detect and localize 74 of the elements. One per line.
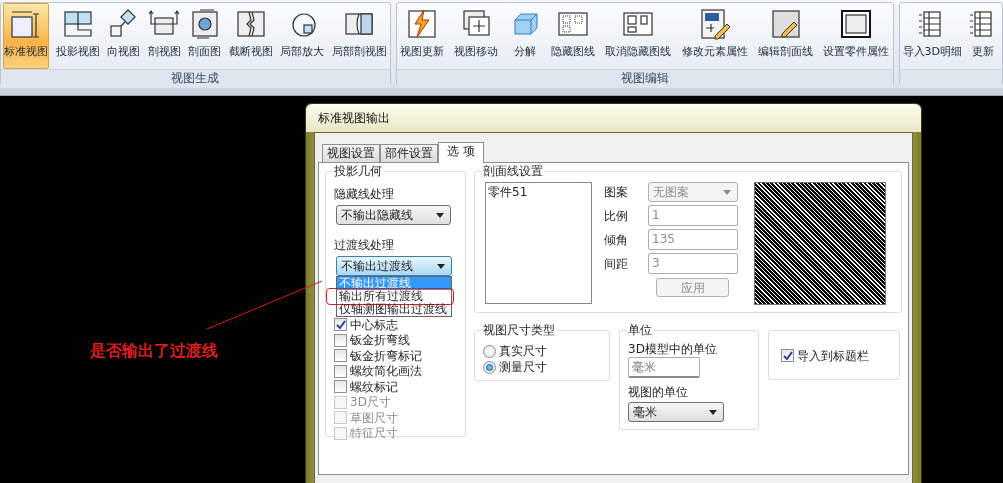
input-field: 毫米 <box>628 357 700 378</box>
dropdown[interactable]: 不输出过渡线 <box>336 256 452 276</box>
checkbox[interactable] <box>334 318 347 332</box>
checkbox-label: 中心标志 <box>350 316 398 334</box>
dropdown-arrow-icon <box>709 409 717 415</box>
dropdown-arrow-icon <box>723 189 731 195</box>
ribbon-button[interactable]: 隐藏图线 <box>550 3 597 69</box>
field-label: 视图的单位 <box>628 384 689 400</box>
field-label: 过渡线处理 <box>334 237 395 253</box>
group-title: 单位 <box>626 322 654 338</box>
radio-button[interactable] <box>483 344 496 358</box>
checkbox-label: 螺纹简化画法 <box>350 363 422 381</box>
radio-label: 测量尺寸 <box>499 359 547 376</box>
ribbon-button[interactable]: 修改元素属性 <box>680 3 749 69</box>
ribbon-button[interactable]: 标准视图 <box>3 3 49 69</box>
dialog-title: 标准视图输出 <box>306 104 921 132</box>
group-title: 剖面线设置 <box>481 163 545 179</box>
ribbon-button[interactable]: 设置零件属性 <box>822 3 891 69</box>
tab[interactable]: 视图设置 <box>322 144 380 162</box>
tab[interactable]: 部件设置 <box>380 144 438 162</box>
radio-label: 真实尺寸 <box>499 343 547 360</box>
hatch-pencil-icon <box>769 8 802 40</box>
ribbon-button[interactable]: 截断视图 <box>227 3 274 69</box>
checkbox[interactable] <box>334 364 347 378</box>
tab[interactable]: 选 项 <box>438 142 484 163</box>
list-item[interactable]: 零件51 <box>488 185 589 199</box>
checkbox-label: 特征尺寸 <box>350 425 398 443</box>
dropdown-arrow-icon <box>437 263 445 269</box>
dropdown[interactable]: 毫米 <box>628 402 724 422</box>
ribbon-button[interactable]: 更新 <box>966 3 1000 69</box>
form-pencil-icon <box>698 8 731 40</box>
checkbox-label: 钣金折弯标记 <box>350 347 422 365</box>
checkbox[interactable] <box>334 380 347 394</box>
ribbon-button[interactable]: 局部剖视图 <box>330 3 388 69</box>
checkbox[interactable] <box>334 349 347 363</box>
lightning-icon <box>405 8 438 40</box>
ribbon-button[interactable]: 视图移动 <box>453 3 500 69</box>
dropdown-option[interactable]: 仅轴测图输出过渡线 <box>337 303 451 316</box>
ribbon-button[interactable]: 视图更新 <box>398 3 445 69</box>
checkbox-label: 钣金折弯线 <box>350 332 410 350</box>
field-label: 比例 <box>604 207 628 224</box>
ribbon-button[interactable]: 剖视图 <box>146 3 182 69</box>
checkbox-label: 螺纹标记 <box>350 378 398 396</box>
field-label: 间距 <box>604 255 628 272</box>
ribbon-button[interactable]: 剖面图 <box>187 3 223 69</box>
ribbon-button[interactable]: 局部放大 <box>279 3 326 69</box>
panes-icon <box>61 8 94 40</box>
dropdown-arrow-icon <box>436 212 444 218</box>
list-box[interactable]: 零件51 <box>485 182 592 304</box>
field-label: 3D模型中的单位 <box>628 341 718 357</box>
group-title: 投影几何 <box>332 163 384 179</box>
ribbon-button[interactable]: 投影视图 <box>54 3 101 69</box>
ribbon-button[interactable]: 向视图 <box>106 3 142 69</box>
frame-icon <box>840 8 873 40</box>
group-label: 视图编辑 <box>396 69 893 87</box>
group-title: 视图尺寸类型 <box>481 322 557 338</box>
dimensioned-rectangle-icon <box>10 8 42 40</box>
radio-button[interactable] <box>483 360 496 374</box>
checkbox-label: 草图尺寸 <box>350 409 398 427</box>
field-label: 隐藏线处理 <box>334 186 395 202</box>
ribbon-button[interactable]: 编辑剖面线 <box>757 3 815 69</box>
annotation-text: 是否输出了过渡线 <box>90 340 218 362</box>
dropdown[interactable]: 不输出隐藏线 <box>336 205 451 225</box>
group-label: 视图生成 <box>1 69 390 87</box>
ribbon-button[interactable]: 分解 <box>507 3 542 69</box>
checkbox[interactable] <box>781 349 794 363</box>
dropdown-option[interactable]: 输出所有过渡线 <box>337 290 451 303</box>
ribbon-button[interactable]: 导入3D明细 <box>901 3 963 69</box>
field-label: 图案 <box>604 184 628 200</box>
checkbox-label: 3D尺寸 <box>350 394 391 412</box>
checkbox[interactable] <box>334 333 347 347</box>
checkbox-label: 导入到标题栏 <box>797 347 869 365</box>
ribbon-button[interactable]: 取消隐藏图线 <box>604 3 673 69</box>
field-label: 倾角 <box>604 231 628 248</box>
